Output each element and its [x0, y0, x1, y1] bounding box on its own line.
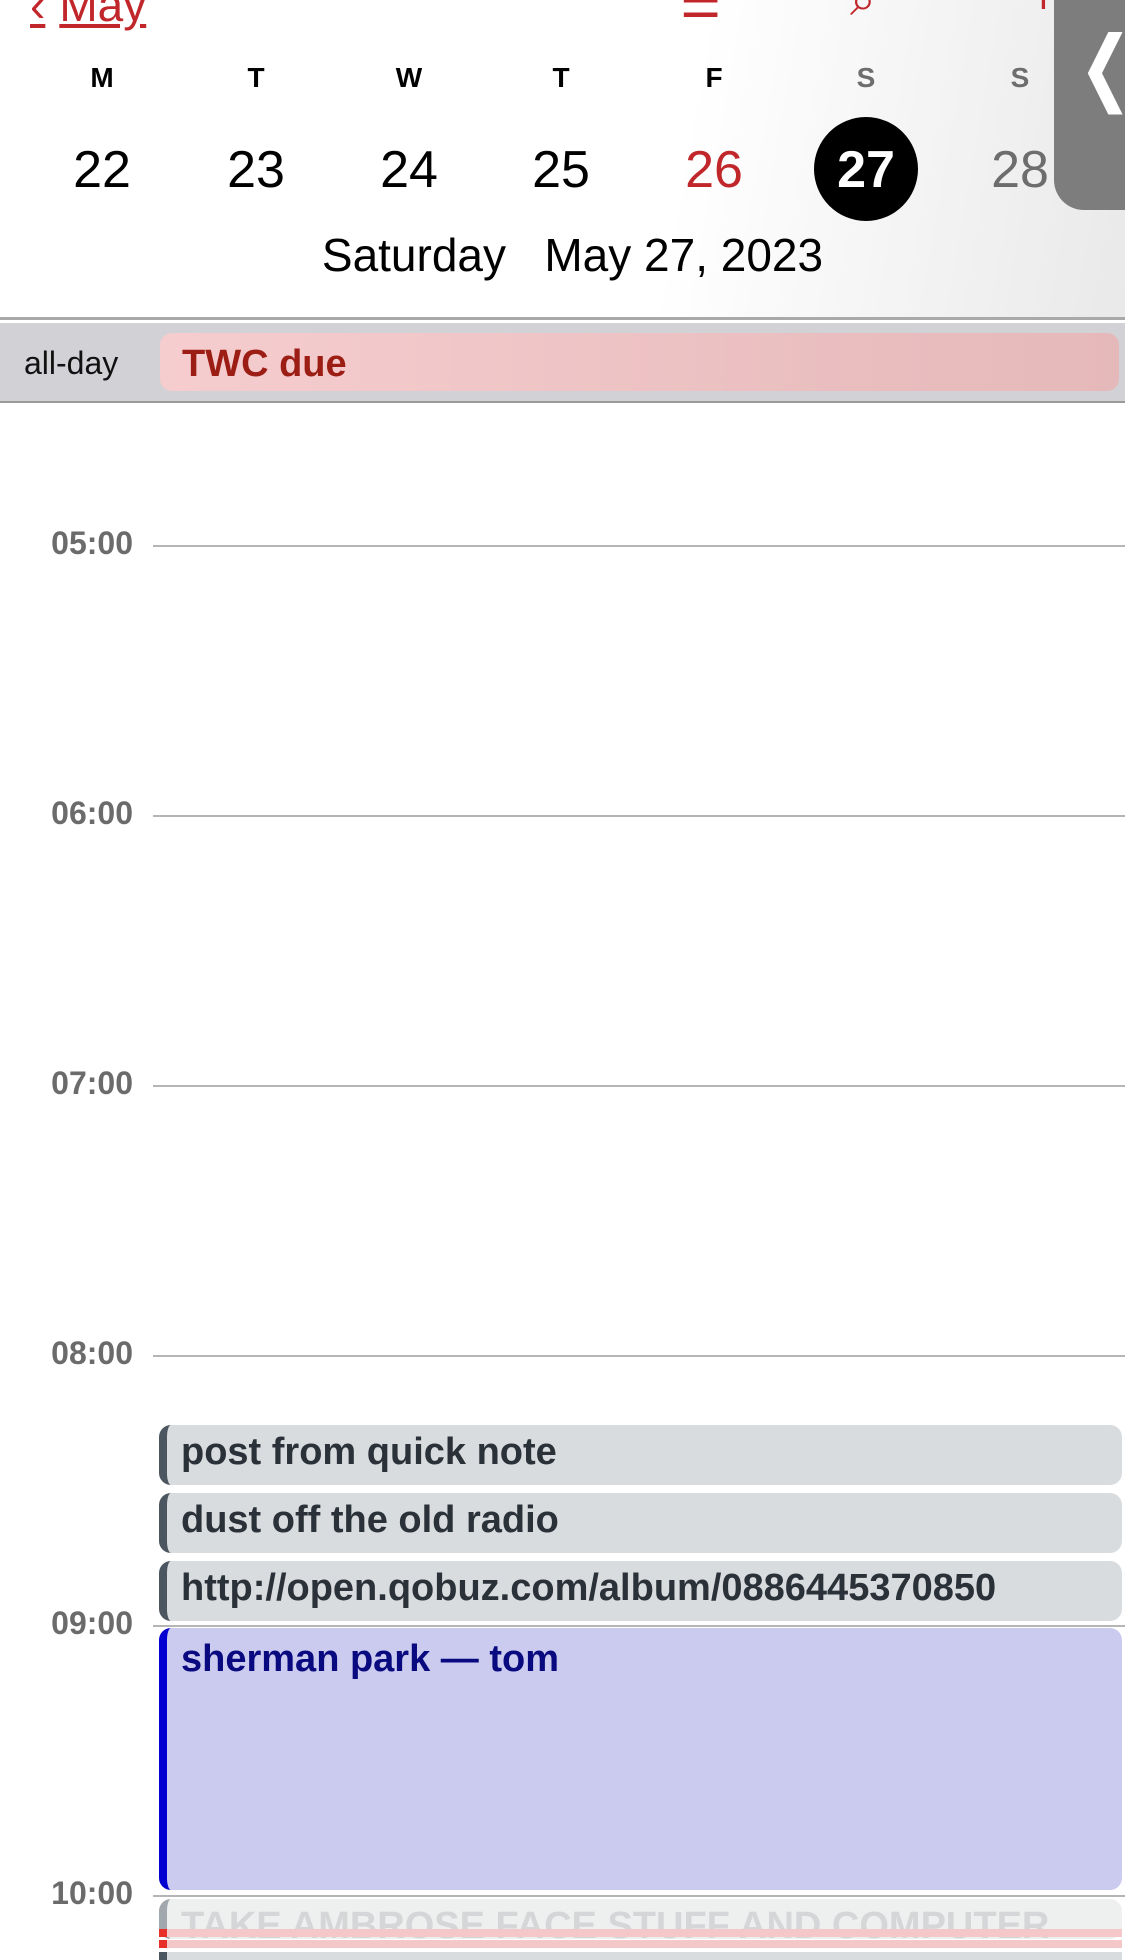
hour-label: 05:00 [51, 525, 133, 561]
hour-label: 09:00 [51, 1605, 133, 1641]
weekday-letter: W [395, 62, 423, 93]
hour-label: 10:00 [51, 1875, 133, 1911]
weekday-letter: S [1010, 62, 1030, 93]
all-day-label: all-day [24, 345, 119, 381]
hour-line [153, 1895, 1125, 1897]
weekday-letter: T [247, 62, 265, 93]
hour-line [153, 1355, 1125, 1357]
day-25[interactable]: 25 [506, 135, 616, 205]
weekday-letter: M [90, 62, 114, 93]
all-day-event[interactable]: TWC due [160, 333, 1119, 391]
side-panel-tab[interactable]: ❬ [1054, 0, 1125, 210]
weekday-letter: F [705, 62, 723, 93]
event-item[interactable]: dust off the old radio [159, 1493, 1122, 1553]
event-item[interactable]: sherman park — tom [159, 1628, 1122, 1890]
selected-date-title: Saturday May 27, 2023 [0, 228, 1125, 282]
hour-line [153, 1085, 1125, 1087]
add-icon[interactable]: + [1030, 0, 1057, 24]
hour-label: 06:00 [51, 795, 133, 831]
event-strip[interactable] [159, 1940, 1122, 1948]
event-strip[interactable] [159, 1952, 1122, 1960]
day-24[interactable]: 24 [354, 135, 464, 205]
hour-line [153, 1625, 1125, 1627]
hour-label: 07:00 [51, 1065, 133, 1101]
hour-line [153, 545, 1125, 547]
all-day-row: all-day TWC due [0, 323, 1125, 403]
chevron-left-icon: ‹ [30, 0, 46, 31]
full-date: May 27, 2023 [544, 229, 824, 281]
week-header: ‹ May ☰ ⌕ + M T W T F S S 22 23 24 25 26… [0, 0, 1125, 320]
day-27-selected[interactable]: 27 [811, 135, 921, 205]
hour-label: 08:00 [51, 1335, 133, 1371]
weekday-name: Saturday [321, 229, 507, 281]
month-label: May [59, 0, 147, 31]
hour-line [153, 815, 1125, 817]
weekday-letter: T [552, 62, 570, 93]
day-22[interactable]: 22 [47, 135, 157, 205]
day-26-today[interactable]: 26 [659, 135, 769, 205]
event-item[interactable]: http://open.qobuz.com/album/088644537085… [159, 1561, 1122, 1621]
list-icon[interactable]: ☰ [680, 0, 721, 28]
back-to-month-button[interactable]: ‹ May [30, 0, 146, 32]
chevron-left-icon: ❬ [1072, 20, 1125, 113]
event-item[interactable]: post from quick note [159, 1425, 1122, 1485]
day-23[interactable]: 23 [201, 135, 311, 205]
weekday-letter: S [856, 62, 876, 93]
event-strip[interactable] [159, 1929, 1122, 1937]
search-icon[interactable]: ⌕ [850, 0, 876, 28]
